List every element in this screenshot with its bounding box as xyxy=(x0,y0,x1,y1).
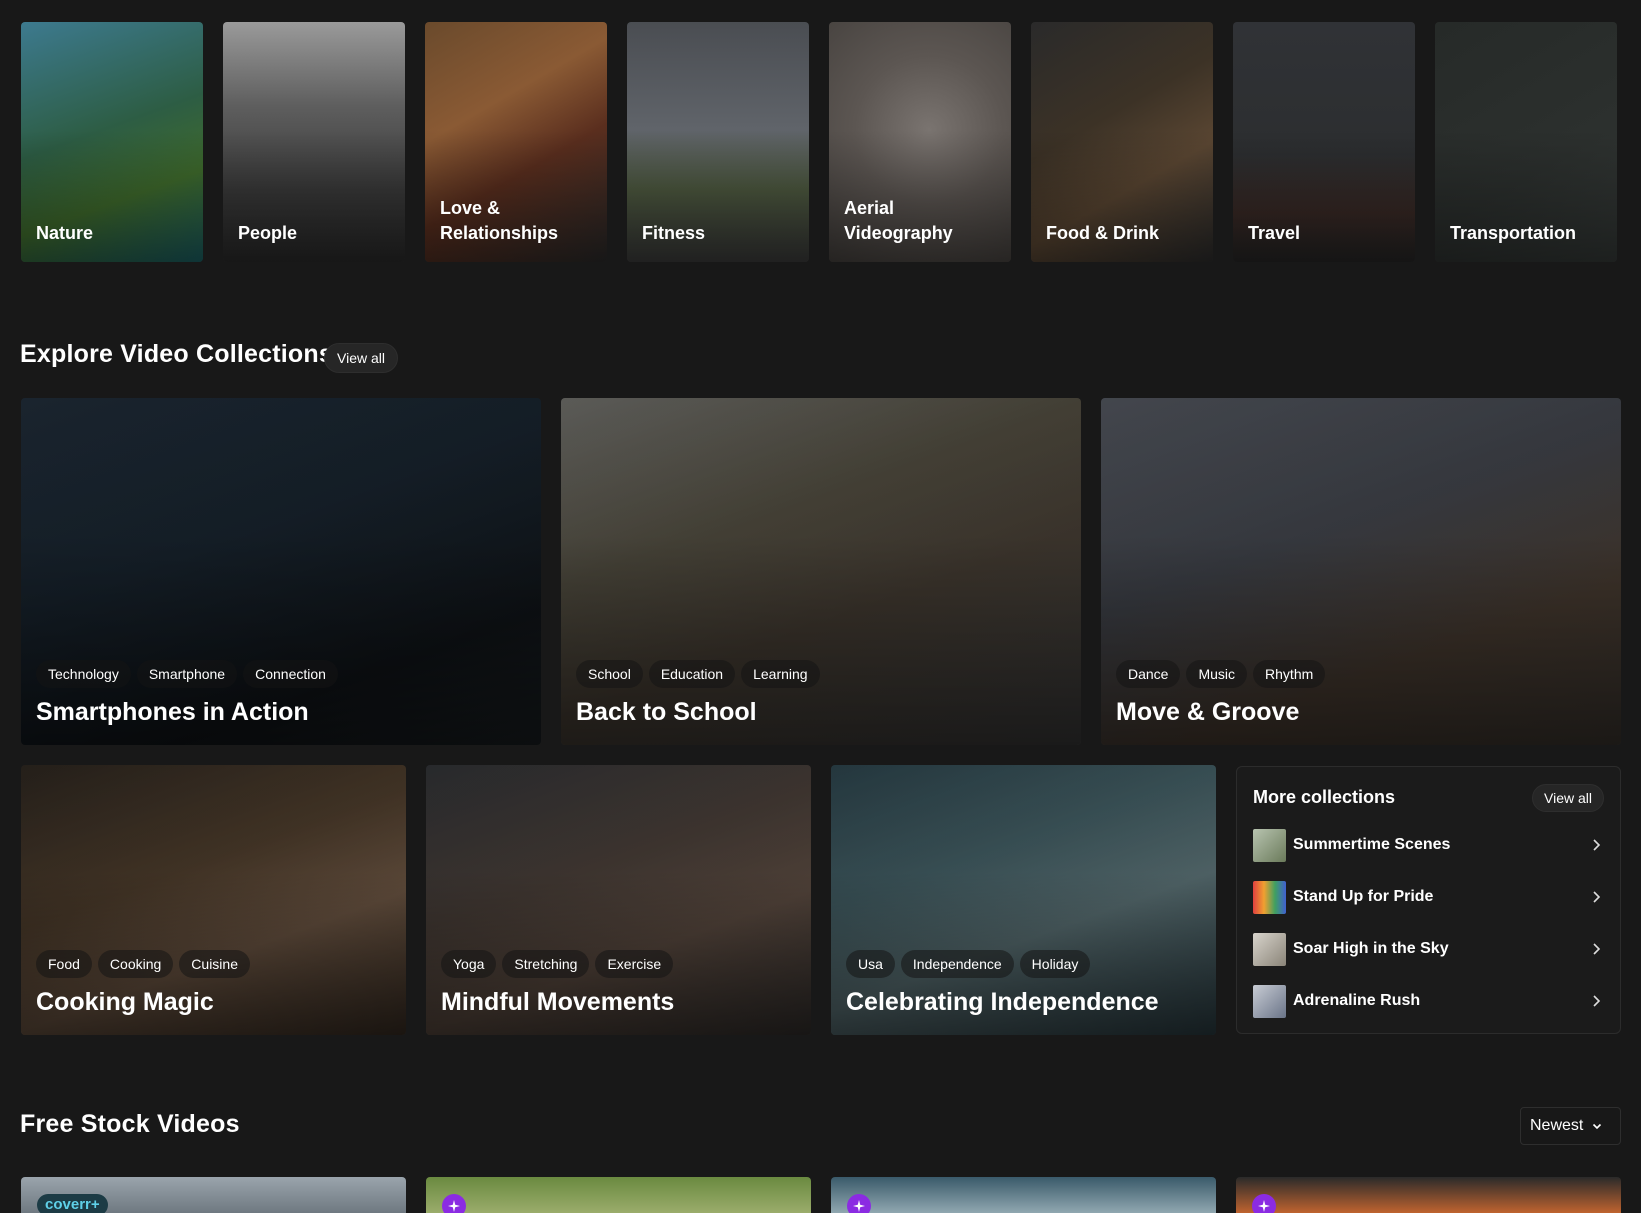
collection-tags: Food Cooking Cuisine xyxy=(36,950,250,978)
collection-tags: Technology Smartphone Connection xyxy=(36,660,338,688)
collection-tag[interactable]: School xyxy=(576,660,643,688)
collection-tag[interactable]: Cooking xyxy=(97,950,174,978)
chevron-down-icon xyxy=(1593,1123,1602,1130)
category-card-food-drink[interactable]: Food & Drink xyxy=(1031,22,1213,262)
collection-tag[interactable]: Dance xyxy=(1116,660,1181,688)
sparkle-icon xyxy=(847,1194,871,1213)
collection-tag[interactable]: Education xyxy=(648,660,736,688)
collection-thumbnail xyxy=(1253,984,1286,1018)
collection-title: Move & Groove xyxy=(1116,698,1300,726)
collection-title: Mindful Movements xyxy=(441,988,675,1016)
collection-tag[interactable]: Food xyxy=(36,950,92,978)
category-card-aerial-videography[interactable]: Aerial Videography xyxy=(829,22,1011,262)
collection-card-cooking-magic[interactable]: Food Cooking Cuisine Cooking Magic xyxy=(21,765,406,1035)
explore-view-all-button[interactable]: View all xyxy=(324,343,398,373)
more-collection-item[interactable]: Summertime Scenes xyxy=(1253,828,1604,862)
collection-tag[interactable]: Usa xyxy=(846,950,895,978)
more-collection-label: Summertime Scenes xyxy=(1293,836,1451,853)
sparkle-icon xyxy=(442,1194,466,1213)
collection-card-celebrating-independence[interactable]: Usa Independence Holiday Celebrating Ind… xyxy=(831,765,1216,1035)
category-label: Nature xyxy=(36,223,94,243)
video-card[interactable] xyxy=(426,1177,811,1213)
chevron-right-icon xyxy=(1593,995,1601,1007)
category-card-fitness[interactable]: Fitness xyxy=(627,22,809,262)
chevron-right-icon xyxy=(1593,891,1601,903)
collection-card-back-to-school[interactable]: School Education Learning Back to School xyxy=(561,398,1081,745)
sort-dropdown[interactable]: Newest xyxy=(1520,1107,1621,1145)
collection-tag[interactable]: Stretching xyxy=(502,950,590,978)
more-collection-item[interactable]: Adrenaline Rush xyxy=(1253,984,1604,1018)
category-label: Fitness xyxy=(642,223,706,243)
collection-tag[interactable]: Yoga xyxy=(441,950,497,978)
category-label: Food & Drink xyxy=(1046,223,1159,243)
video-card[interactable] xyxy=(1236,1177,1621,1213)
collection-tag[interactable]: Rhythm xyxy=(1253,660,1326,688)
more-collections-panel: More collections View all Summertime Sce… xyxy=(1236,766,1621,1034)
collection-card-move-groove[interactable]: Dance Music Rhythm Move & Groove xyxy=(1101,398,1621,745)
collection-tag[interactable]: Technology xyxy=(36,660,131,688)
collection-tag[interactable]: Holiday xyxy=(1019,950,1091,978)
collection-body: Yoga Stretching Exercise Mindful Movemen… xyxy=(441,950,674,1017)
collection-tag[interactable]: Smartphone xyxy=(136,660,238,688)
chevron-right-icon xyxy=(1593,839,1601,851)
collection-body: Dance Music Rhythm Move & Groove xyxy=(1116,660,1326,727)
collection-tags: Yoga Stretching Exercise xyxy=(441,950,674,978)
collection-tags: School Education Learning xyxy=(576,660,820,688)
sort-value: Newest xyxy=(1530,1117,1584,1134)
collection-tag[interactable]: Learning xyxy=(741,660,820,688)
collection-tags: Usa Independence Holiday xyxy=(846,950,1159,978)
more-collection-item[interactable]: Soar High in the Sky xyxy=(1253,932,1604,966)
video-card[interactable]: coverr+ xyxy=(21,1177,406,1213)
more-collection-label: Adrenaline Rush xyxy=(1293,992,1421,1009)
collection-tag[interactable]: Independence xyxy=(900,950,1014,978)
collection-tag[interactable]: Music xyxy=(1186,660,1248,688)
explore-section-title: Explore Video Collections xyxy=(20,340,333,368)
collection-thumbnail xyxy=(1253,828,1286,862)
collection-title: Smartphones in Action xyxy=(36,698,309,726)
collection-card-mindful-movements[interactable]: Yoga Stretching Exercise Mindful Movemen… xyxy=(426,765,811,1035)
coverr-plus-badge: coverr+ xyxy=(37,1194,108,1213)
collection-tag[interactable]: Connection xyxy=(243,660,338,688)
more-collection-label: Stand Up for Pride xyxy=(1293,888,1434,905)
more-collection-item[interactable]: Stand Up for Pride xyxy=(1253,880,1604,914)
category-label: Love & Relationships xyxy=(440,198,559,243)
more-collection-label: Soar High in the Sky xyxy=(1293,940,1449,957)
collection-title: Celebrating Independence xyxy=(846,988,1159,1016)
chevron-right-icon xyxy=(1593,943,1601,955)
more-collections-view-all-button[interactable]: View all xyxy=(1532,784,1604,812)
collection-title: Back to School xyxy=(576,698,757,726)
collection-card-smartphones[interactable]: Technology Smartphone Connection Smartph… xyxy=(21,398,541,745)
collection-title: Cooking Magic xyxy=(36,988,214,1016)
collection-tag[interactable]: Cuisine xyxy=(179,950,250,978)
collection-tags: Dance Music Rhythm xyxy=(1116,660,1326,688)
category-label: People xyxy=(238,223,298,243)
collection-body: Usa Independence Holiday Celebrating Ind… xyxy=(846,950,1159,1017)
category-label: Travel xyxy=(1248,223,1301,243)
collection-thumbnail xyxy=(1253,880,1286,914)
category-card-travel[interactable]: Travel xyxy=(1233,22,1415,262)
collection-body: School Education Learning Back to School xyxy=(576,660,820,727)
collection-body: Technology Smartphone Connection Smartph… xyxy=(36,660,338,727)
free-stock-section-title: Free Stock Videos xyxy=(20,1110,240,1138)
collection-tag[interactable]: Exercise xyxy=(595,950,674,978)
sparkle-icon xyxy=(1252,1194,1276,1213)
category-card-nature[interactable]: Nature xyxy=(21,22,203,262)
category-label: Aerial Videography xyxy=(844,198,953,243)
category-card-transportation[interactable]: Transportation xyxy=(1435,22,1617,262)
video-card[interactable] xyxy=(831,1177,1216,1213)
category-strip: Nature People Love & Relationships Fitne… xyxy=(21,22,1617,262)
category-card-love-relationships[interactable]: Love & Relationships xyxy=(425,22,607,262)
category-label: Transportation xyxy=(1450,223,1577,243)
collection-body: Food Cooking Cuisine Cooking Magic xyxy=(36,950,250,1017)
category-card-people[interactable]: People xyxy=(223,22,405,262)
collection-thumbnail xyxy=(1253,932,1286,966)
more-collections-title: More collections xyxy=(1253,787,1396,807)
